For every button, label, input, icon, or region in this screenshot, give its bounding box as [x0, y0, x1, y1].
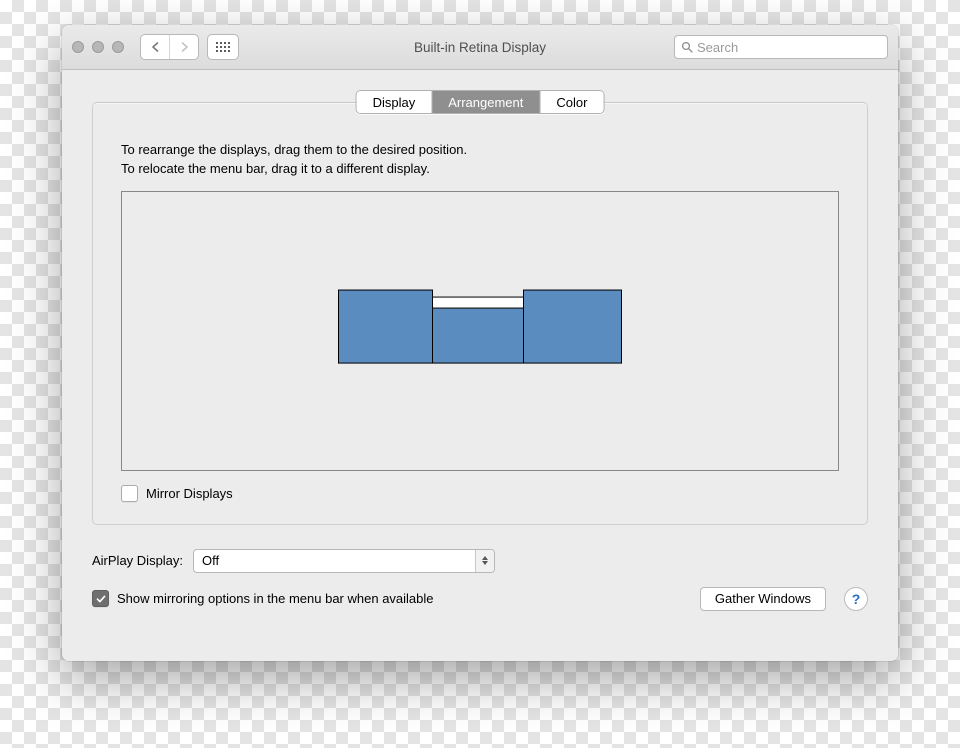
- mirror-displays-label: Mirror Displays: [146, 486, 233, 501]
- tab-color[interactable]: Color: [539, 91, 603, 113]
- show-all-button[interactable]: [207, 34, 239, 60]
- grid-icon: [216, 42, 230, 52]
- tab-arrangement[interactable]: Arrangement: [431, 91, 539, 113]
- popup-stepper-icon: [475, 550, 494, 572]
- gather-windows-button[interactable]: Gather Windows: [700, 587, 826, 611]
- help-button[interactable]: ?: [844, 587, 868, 611]
- search-input[interactable]: [697, 40, 881, 55]
- display-2-primary[interactable]: [433, 307, 523, 363]
- instruction-line-2: To relocate the menu bar, drag it to a d…: [121, 160, 839, 179]
- forward-button[interactable]: [169, 35, 198, 59]
- airplay-value: Off: [202, 553, 219, 568]
- close-icon[interactable]: [72, 41, 84, 53]
- search-icon: [681, 41, 693, 53]
- titlebar: Built-in Retina Display: [62, 25, 898, 70]
- tab-display[interactable]: Display: [357, 91, 432, 113]
- show-mirroring-checkbox[interactable]: [92, 590, 109, 607]
- airplay-popup[interactable]: Off: [193, 549, 495, 573]
- back-button[interactable]: [141, 35, 169, 59]
- instructions: To rearrange the displays, drag them to …: [121, 141, 839, 179]
- airplay-label: AirPlay Display:: [92, 553, 183, 568]
- mirror-displays-checkbox[interactable]: [121, 485, 138, 502]
- show-mirroring-label: Show mirroring options in the menu bar w…: [117, 591, 434, 606]
- preferences-window: Built-in Retina Display Display Arrangem…: [62, 25, 898, 661]
- tab-bar: Display Arrangement Color: [356, 90, 605, 114]
- display-1[interactable]: [338, 289, 433, 363]
- zoom-icon[interactable]: [112, 41, 124, 53]
- display-3[interactable]: [523, 289, 622, 363]
- window-controls: [72, 41, 124, 53]
- search-field[interactable]: [674, 35, 888, 59]
- instruction-line-1: To rearrange the displays, drag them to …: [121, 141, 839, 160]
- nav-back-forward: [140, 34, 199, 60]
- menu-bar-handle[interactable]: [432, 296, 524, 308]
- display-layout: [338, 289, 622, 363]
- arrangement-canvas[interactable]: [121, 191, 839, 471]
- minimize-icon[interactable]: [92, 41, 104, 53]
- arrangement-panel: To rearrange the displays, drag them to …: [92, 102, 868, 525]
